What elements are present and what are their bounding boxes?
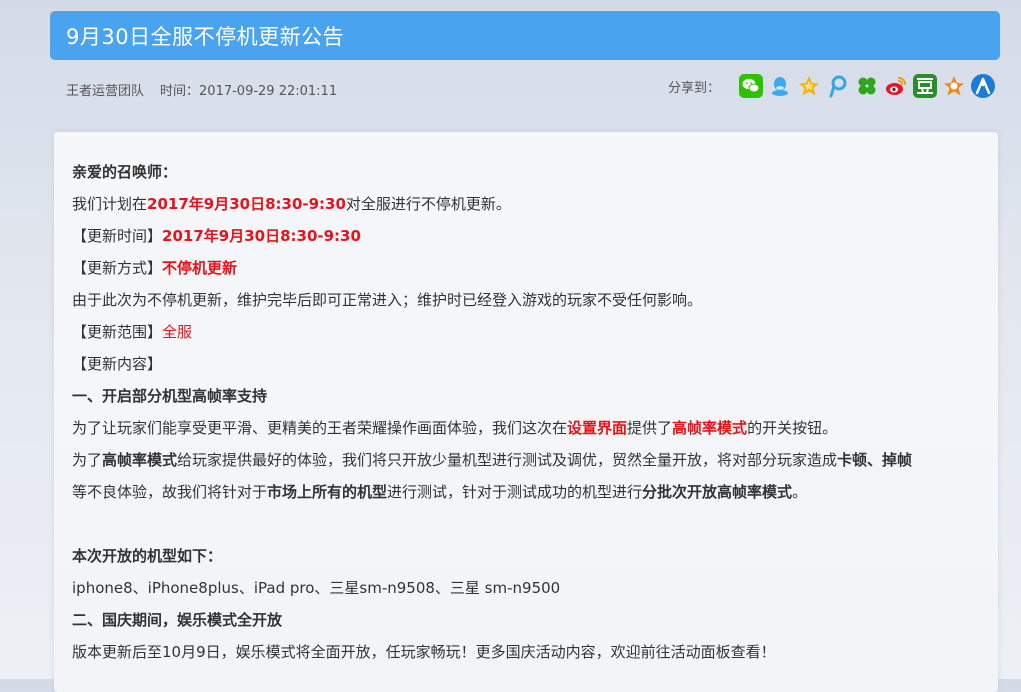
text: 对全服进行不停机更新。 <box>345 195 511 213</box>
highlight-mode: 高帧率模式 <box>672 419 748 437</box>
tencent-weibo-icon[interactable] <box>826 74 850 98</box>
update-content-label: 【更新内容】 <box>72 355 163 373</box>
bold-all-models: 市场上所有的机型 <box>267 483 388 501</box>
label: 【更新范围】 <box>72 323 163 341</box>
announcement-body: 亲爱的召唤师： 我们计划在2017年9月30日8:30-9:30对全服进行不停机… <box>54 132 998 692</box>
update-time-row: 【更新时间】2017年9月30日8:30-9:30 <box>72 220 998 252</box>
section-heading-models: 本次开放的机型如下： <box>72 547 223 565</box>
text: 我们计划在 <box>72 195 148 213</box>
bold-mode: 高帧率模式 <box>102 451 178 469</box>
bold-batch-open: 分批次开放高帧率模式 <box>642 483 793 501</box>
bold-lag: 卡顿、掉帧 <box>837 451 913 469</box>
author-name: 王者运营团队 <box>66 84 145 99</box>
highlight-scope: 全服 <box>162 323 193 341</box>
paragraph-high-fps-1: 为了让玩家们能享受更平滑、更精美的王者荣耀操作画面体验，我们这次在设置界面提供了… <box>72 412 998 444</box>
qq-icon[interactable] <box>768 74 792 98</box>
paragraph-national-day: 版本更新后至10月9日，娱乐模式将全面开放，任玩家畅玩！更多国庆活动内容，欢迎前… <box>72 643 776 661</box>
text: 提供了 <box>627 419 673 437</box>
text: 进行测试，针对于测试成功的机型进行 <box>387 483 643 501</box>
douban-icon[interactable] <box>913 74 937 98</box>
pengyou-icon[interactable] <box>855 74 879 98</box>
paragraph-high-fps-3: 等不良体验，故我们将针对于市场上所有的机型进行测试，针对于测试成功的机型进行分批… <box>72 476 998 508</box>
renren-icon[interactable] <box>971 74 995 98</box>
publish-time: 时间：2017-09-29 22:01:11 <box>160 80 337 99</box>
update-method-row: 【更新方式】不停机更新 <box>72 252 998 284</box>
label: 【更新方式】 <box>72 259 163 277</box>
model-list: iphone8、iPhone8plus、iPad pro、三星sm-n9508、… <box>72 579 561 597</box>
paragraph-impact: 由于此次为不停机更新，维护完毕后即可正常进入；维护时已经登入游戏的玩家不受任何影… <box>72 291 703 309</box>
page-title: 9月30日全服不停机更新公告 <box>66 24 345 49</box>
text: 。 <box>792 483 808 501</box>
kaixin-icon[interactable] <box>942 74 966 98</box>
update-scope-row: 【更新范围】全服 <box>72 316 998 348</box>
text: 给玩家提供最好的体验，我们将只开放少量机型进行测试及调优，贸然全量开放，将对部分… <box>177 451 838 469</box>
article-meta: 王者运营团队 时间：2017-09-29 22:01:11 <box>66 80 337 99</box>
share-label: 分享到： <box>667 80 720 96</box>
sina-weibo-icon[interactable] <box>884 74 908 98</box>
time-label: 时间： <box>160 84 200 99</box>
text: 等不良体验，故我们将针对于 <box>72 483 268 501</box>
time-value: 2017-09-29 22:01:11 <box>199 84 338 99</box>
share-bar: 分享到： <box>668 74 995 98</box>
label: 【更新时间】 <box>72 227 163 245</box>
paragraph-high-fps-2: 为了高帧率模式给玩家提供最好的体验，我们将只开放少量机型进行测试及调优，贸然全量… <box>72 444 998 476</box>
section-heading-2: 二、国庆期间，娱乐模式全开放 <box>72 611 283 629</box>
text: 为了让玩家们能享受更平滑、更精美的王者荣耀操作画面体验，我们这次在 <box>72 419 568 437</box>
section-heading-1: 一、开启部分机型高帧率支持 <box>72 387 268 405</box>
greeting: 亲爱的召唤师： <box>72 163 178 181</box>
paragraph-plan: 我们计划在2017年9月30日8:30-9:30对全服进行不停机更新。 <box>72 188 998 220</box>
highlight-settings: 设置界面 <box>567 419 628 437</box>
text: 的开关按钮。 <box>747 419 838 437</box>
highlight-date: 2017年9月30日8:30-9:30 <box>147 195 346 213</box>
text: 为了 <box>72 451 103 469</box>
qzone-icon[interactable] <box>797 74 821 98</box>
wechat-icon[interactable] <box>739 74 763 98</box>
highlight-date: 2017年9月30日8:30-9:30 <box>162 227 361 245</box>
announcement-title-bar: 9月30日全服不停机更新公告 <box>50 11 1000 60</box>
highlight-method: 不停机更新 <box>162 259 238 277</box>
